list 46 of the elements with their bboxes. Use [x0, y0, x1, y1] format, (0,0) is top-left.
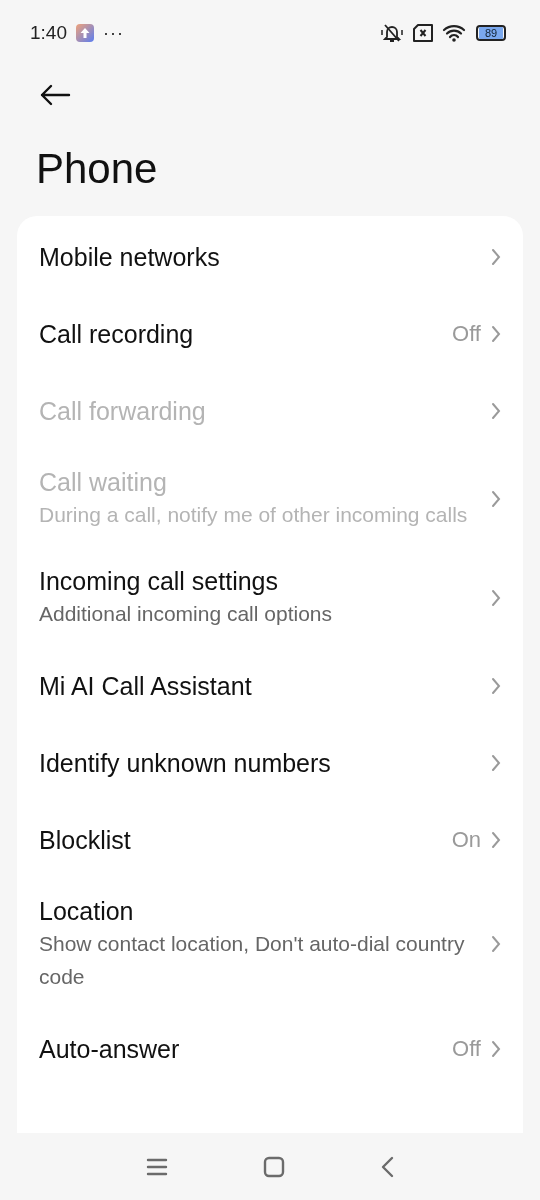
setting-title: Call recording [39, 318, 195, 350]
settings-row[interactable]: Mi AI Call Assistant [17, 647, 523, 724]
chevron-right-icon [491, 676, 501, 695]
setting-description: Show contact location, Don't auto-dial country code [39, 931, 466, 990]
back-arrow-icon[interactable] [39, 83, 71, 107]
setting-title: Call forwarding [39, 395, 207, 427]
chevron-right-icon [491, 588, 501, 607]
muted-bell-icon [380, 22, 404, 44]
setting-value: Off [452, 320, 481, 347]
back-icon[interactable] [380, 1155, 394, 1178]
setting-title: Mi AI Call Assistant [39, 670, 253, 702]
chevron-right-icon [491, 247, 501, 266]
settings-row[interactable]: Identify unknown numbers [17, 724, 523, 801]
home-icon[interactable] [263, 1155, 285, 1178]
chevron-right-icon [491, 324, 501, 343]
setting-description: During a call, notify me of other incoming calls [39, 502, 469, 528]
setting-title: Blocklist [39, 824, 132, 856]
more-notifications: ··· [103, 22, 124, 44]
settings-row[interactable]: Incoming call settings Additional incoming call options [17, 548, 523, 647]
chevron-right-icon [491, 1039, 501, 1058]
battery-icon: 89 [476, 25, 506, 41]
settings-row[interactable]: Location Show contact location, Don't auto-dial country code [17, 878, 523, 1010]
settings-row[interactable]: Blocklist On [17, 801, 523, 878]
chevron-right-icon [491, 830, 501, 849]
setting-description: Additional incoming call options [39, 601, 333, 627]
chevron-right-icon [491, 489, 501, 508]
setting-title: Identify unknown numbers [39, 747, 332, 779]
page-title: Phone [36, 144, 159, 194]
status-time: 1:40 [30, 22, 67, 44]
settings-row[interactable]: Call recording Off [17, 295, 523, 372]
setting-title: Incoming call settings [39, 566, 279, 597]
sim-error-icon [412, 24, 434, 42]
chevron-right-icon [491, 935, 501, 953]
setting-value: On [451, 826, 481, 853]
wifi-icon [442, 23, 468, 43]
settings-row[interactable]: Auto-answer Off [17, 1010, 523, 1087]
menu-icon[interactable] [146, 1156, 168, 1177]
upload-app-icon [76, 24, 94, 42]
setting-title: Call waiting [39, 467, 168, 498]
settings-row[interactable]: Mobile networks [17, 218, 523, 295]
setting-title: Auto-answer [39, 1033, 181, 1065]
setting-value: Off [452, 1035, 481, 1062]
chevron-right-icon [491, 401, 501, 420]
chevron-right-icon [491, 753, 501, 772]
setting-title: Mobile networks [39, 241, 221, 273]
setting-title: Location [39, 896, 135, 927]
